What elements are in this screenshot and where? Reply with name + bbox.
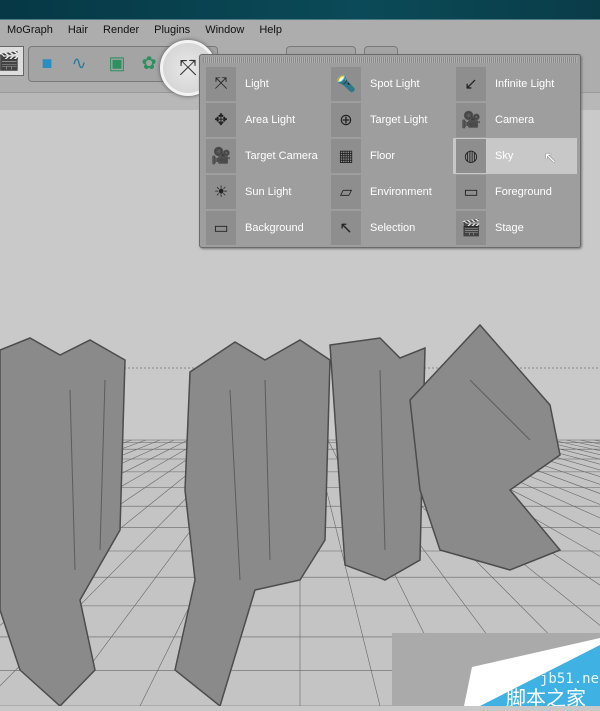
menu-render[interactable]: Render xyxy=(96,24,147,36)
mouse-cursor-icon: ↖ xyxy=(543,150,557,167)
watermark: jb51.net 脚本之家 xyxy=(392,633,600,710)
menu-item-label: Target Camera xyxy=(245,150,318,162)
sun-light-icon: ☀ xyxy=(206,175,236,209)
menu-item-foreground[interactable]: ▭ Foreground xyxy=(453,174,577,210)
infinite-light-icon: ↙ xyxy=(456,67,486,101)
menu-item-selection[interactable]: ↖ Selection xyxy=(328,210,452,246)
spot-light-icon: 🔦 xyxy=(331,67,361,101)
watermark-site: jb51.net xyxy=(540,671,600,687)
background-icon: ▭ xyxy=(206,211,236,245)
menu-item-infinite-light[interactable]: ↙ Infinite Light xyxy=(453,66,577,102)
foreground-icon: ▭ xyxy=(456,175,486,209)
menu-mograph[interactable]: MoGraph xyxy=(0,24,61,36)
camera-icon: 🎥 xyxy=(456,103,486,137)
menu-item-target-camera[interactable]: 🎥 Target Camera xyxy=(203,138,327,174)
menu-item-label: Spot Light xyxy=(370,78,420,90)
menu-item-label: Camera xyxy=(495,114,535,126)
menu-item-camera[interactable]: 🎥 Camera xyxy=(453,102,577,138)
menu-item-label: Light xyxy=(245,78,269,90)
menu-plugins[interactable]: Plugins xyxy=(147,24,198,36)
menu-item-area-light[interactable]: ✥ Area Light xyxy=(203,102,327,138)
spline-icon[interactable]: ∿ xyxy=(64,48,94,78)
light-icon: ⤧ xyxy=(206,67,236,101)
menu-item-label: Selection xyxy=(370,222,416,234)
environment-icon: ▱ xyxy=(331,175,361,209)
menu-item-label: Infinite Light xyxy=(495,78,555,90)
menu-item-label: Sky xyxy=(495,150,514,162)
menu-grip[interactable] xyxy=(203,57,577,63)
menu-item-label: Target Light xyxy=(370,114,428,126)
menu-item-label: Floor xyxy=(370,150,396,162)
menu-bar: MoGraph Hair Render Plugins Window Help xyxy=(0,20,600,40)
menu-item-sun-light[interactable]: ☀ Sun Light xyxy=(203,174,327,210)
area-light-icon: ✥ xyxy=(206,103,236,137)
menu-item-label: Stage xyxy=(495,222,524,234)
menu-item-floor[interactable]: ▦ Floor xyxy=(328,138,452,174)
menu-item-background[interactable]: ▭ Background xyxy=(203,210,327,246)
menu-item-light[interactable]: ⤧ Light xyxy=(203,66,327,102)
cube-icon[interactable]: ■ xyxy=(32,48,62,78)
light-object-menu: ⤧ Light 🔦 Spot Light ↙ Infinite Light ✥ Area Li… xyxy=(199,54,581,248)
menu-item-spot-light[interactable]: 🔦 Spot Light xyxy=(328,66,452,102)
target-light-icon: ⊕ xyxy=(331,103,361,137)
menu-item-target-light[interactable]: ⊕ Target Light xyxy=(328,102,452,138)
selection-icon: ↖ xyxy=(331,211,361,245)
menu-item-environment[interactable]: ▱ Environment xyxy=(328,174,452,210)
menu-item-sky[interactable]: ◍ Sky ↖ xyxy=(453,138,577,174)
watermark-logo: jb51.net 脚本之家 xyxy=(464,638,600,710)
menu-item-label: Area Light xyxy=(245,114,296,126)
menu-hair[interactable]: Hair xyxy=(61,24,96,36)
menu-window[interactable]: Window xyxy=(198,24,252,36)
menu-item-label: Background xyxy=(245,222,304,234)
menu-help[interactable]: Help xyxy=(252,24,290,36)
menu-item-label: Foreground xyxy=(495,186,552,198)
menu-item-stage[interactable]: 🎬 Stage xyxy=(453,210,577,246)
menu-item-label: Sun Light xyxy=(245,186,292,198)
clapper-icon[interactable]: 🎬 xyxy=(0,46,24,76)
menu-item-label: Environment xyxy=(370,186,432,198)
title-bar xyxy=(0,0,600,20)
sky-icon: ◍ xyxy=(456,139,486,173)
watermark-name: 脚本之家 xyxy=(506,686,586,706)
target-camera-icon: 🎥 xyxy=(206,139,236,173)
floor-icon: ▦ xyxy=(331,139,361,173)
generator-icon[interactable]: ▣ xyxy=(102,48,132,78)
stage-icon: 🎬 xyxy=(456,211,486,245)
